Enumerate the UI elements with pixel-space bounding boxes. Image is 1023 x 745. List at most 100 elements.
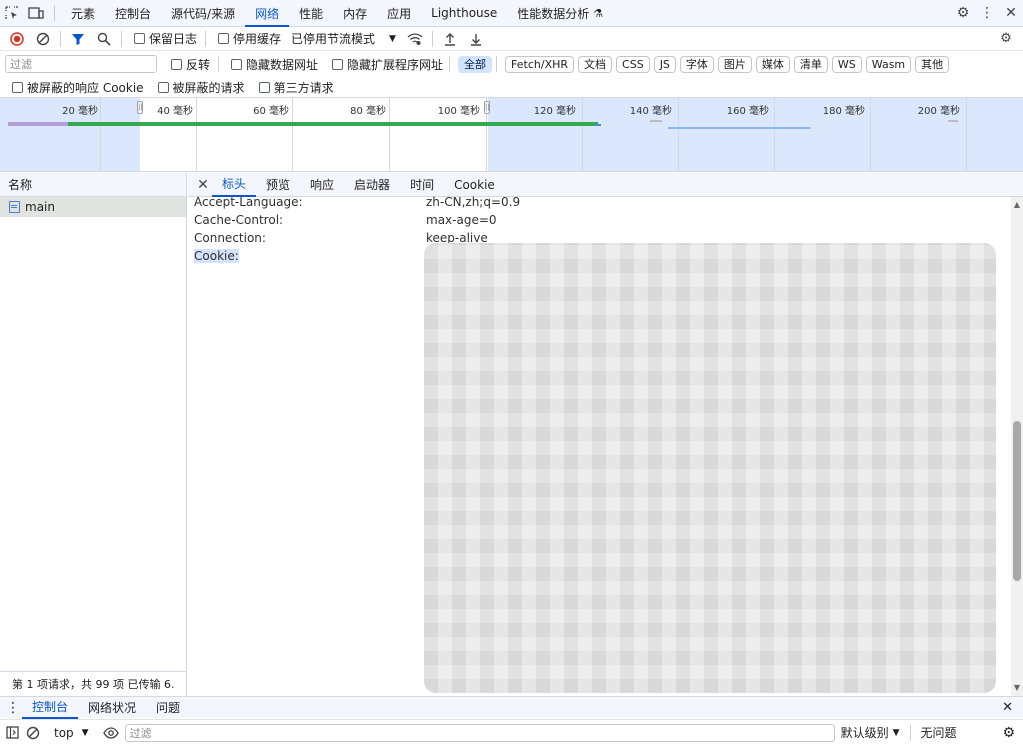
tab-drawer-issues[interactable]: 问题 bbox=[146, 697, 190, 719]
divider bbox=[218, 56, 220, 72]
chip-doc[interactable]: 文档 bbox=[578, 55, 613, 73]
search-icon[interactable] bbox=[91, 27, 117, 51]
tab-performance-insights[interactable]: 性能数据分析 ⚗ bbox=[507, 0, 613, 27]
network-overview[interactable]: 20 毫秒 40 毫秒 60 毫秒 80 毫秒 100 毫秒 120 毫秒 14… bbox=[0, 97, 1023, 172]
blocked-requests-label: 被屏蔽的请求 bbox=[172, 80, 245, 95]
drawer-tabbar: ⋮ 控制台 网络状况 问题 ✕ bbox=[0, 696, 1023, 719]
grid-line bbox=[966, 98, 967, 171]
tab-initiator[interactable]: 启动器 bbox=[344, 173, 400, 197]
chip-ws[interactable]: WS bbox=[831, 55, 862, 73]
filter-icon[interactable] bbox=[65, 27, 91, 51]
chip-js[interactable]: JS bbox=[653, 55, 676, 73]
scroll-up-icon[interactable]: ▲ bbox=[1011, 199, 1023, 211]
chip-all[interactable]: 全部 bbox=[458, 55, 493, 73]
close-icon[interactable]: ✕ bbox=[999, 0, 1023, 27]
tab-headers[interactable]: 标头 bbox=[212, 173, 257, 197]
hide-data-urls-label: 隐藏数据网址 bbox=[246, 57, 319, 72]
name-column-header[interactable]: 名称 bbox=[0, 173, 186, 197]
third-party-checkbox[interactable]: 第三方请求 bbox=[258, 79, 334, 96]
drawer-menu-icon[interactable]: ⋮ bbox=[6, 700, 22, 716]
scroll-down-icon[interactable]: ▼ bbox=[1011, 682, 1023, 694]
preserve-log-checkbox[interactable]: 保留日志 bbox=[134, 30, 197, 47]
tab-performance-insights-label: 性能数据分析 bbox=[517, 6, 590, 21]
checkbox-box[interactable] bbox=[258, 81, 270, 93]
blocked-requests-checkbox[interactable]: 被屏蔽的请求 bbox=[157, 79, 245, 96]
filter-bar-secondary: 被屏蔽的响应 Cookie 被屏蔽的请求 第三方请求 bbox=[0, 76, 1023, 98]
request-name: main bbox=[25, 200, 55, 214]
checkbox-box[interactable] bbox=[332, 58, 344, 70]
clear-console-icon[interactable] bbox=[26, 726, 48, 740]
checkbox-box[interactable] bbox=[157, 81, 169, 93]
sidebar-toggle-icon[interactable] bbox=[6, 726, 26, 739]
tab-timing[interactable]: 时间 bbox=[400, 173, 444, 197]
settings-icon[interactable]: ⚙ bbox=[951, 0, 975, 27]
overview-right-handle[interactable]: || bbox=[484, 101, 490, 114]
more-options-icon[interactable]: ⋮ bbox=[975, 0, 999, 27]
header-name: Cache-Control: bbox=[194, 213, 284, 227]
issues-count[interactable]: 无问题 bbox=[921, 724, 957, 741]
tab-performance[interactable]: 性能 bbox=[289, 0, 333, 27]
disable-cache-label: 停用缓存 bbox=[233, 32, 282, 46]
log-level-select[interactable]: 默认级别 ▼ bbox=[841, 724, 900, 741]
chip-other[interactable]: 其他 bbox=[915, 55, 950, 73]
inspect-element-icon[interactable] bbox=[0, 0, 24, 27]
blocked-response-cookies-checkbox[interactable]: 被屏蔽的响应 Cookie bbox=[12, 79, 144, 96]
table-row[interactable]: main bbox=[0, 197, 186, 217]
checkbox-box[interactable] bbox=[134, 33, 145, 44]
context-select[interactable]: top ▼ bbox=[54, 726, 89, 740]
tab-drawer-console[interactable]: 控制台 bbox=[22, 697, 79, 719]
chip-manifest[interactable]: 清单 bbox=[793, 55, 828, 73]
checkbox-box[interactable] bbox=[12, 81, 23, 93]
tab-lighthouse[interactable]: Lighthouse bbox=[421, 0, 507, 27]
chip-fetch-xhr[interactable]: Fetch/XHR bbox=[505, 55, 575, 73]
device-toolbar-icon[interactable] bbox=[24, 0, 48, 27]
divider bbox=[54, 5, 55, 21]
tab-console[interactable]: 控制台 bbox=[105, 0, 161, 27]
tab-preview[interactable]: 预览 bbox=[256, 173, 300, 197]
eye-icon[interactable] bbox=[102, 726, 119, 739]
console-settings-icon[interactable]: ⚙ bbox=[1002, 725, 1015, 741]
close-drawer-icon[interactable]: ✕ bbox=[1002, 700, 1013, 715]
request-list: 名称 main 第 1 项请求，共 99 项 已传输 6. bbox=[0, 173, 187, 696]
export-har-icon[interactable] bbox=[463, 27, 489, 51]
header-value: max-age=0 bbox=[426, 213, 497, 227]
tab-cookies[interactable]: Cookie bbox=[444, 173, 505, 197]
scrollbar-thumb[interactable] bbox=[1013, 421, 1021, 581]
hide-data-urls-checkbox[interactable]: 隐藏数据网址 bbox=[231, 56, 318, 73]
tab-response[interactable]: 响应 bbox=[300, 173, 344, 197]
details-scrollbar[interactable]: ▲ ▼ bbox=[1011, 197, 1023, 696]
tick-label: 120 毫秒 bbox=[533, 106, 576, 117]
throttle-select[interactable]: 已停用节流模式 ▼ bbox=[291, 30, 396, 47]
record-stop-icon[interactable] bbox=[4, 27, 30, 51]
chip-css[interactable]: CSS bbox=[616, 55, 650, 73]
close-icon[interactable]: ✕ bbox=[194, 177, 212, 193]
chip-img[interactable]: 图片 bbox=[717, 55, 752, 73]
checkbox-box[interactable] bbox=[218, 33, 230, 44]
tab-sources[interactable]: 源代码/来源 bbox=[161, 0, 245, 27]
clear-icon[interactable] bbox=[30, 27, 56, 51]
chip-font[interactable]: 字体 bbox=[679, 55, 714, 73]
disable-cache-checkbox[interactable]: 停用缓存 bbox=[218, 30, 281, 47]
chevron-down-icon: ▼ bbox=[81, 727, 89, 738]
invert-checkbox[interactable]: 反转 bbox=[171, 56, 210, 73]
tab-application[interactable]: 应用 bbox=[377, 0, 421, 27]
network-settings-icon[interactable]: ⚙ bbox=[993, 27, 1019, 51]
overview-download-bar bbox=[68, 122, 598, 126]
console-filter-input[interactable]: 过滤 bbox=[124, 723, 835, 742]
overview-left-handle[interactable]: || bbox=[137, 101, 143, 114]
import-har-icon[interactable] bbox=[437, 27, 463, 51]
hide-extension-urls-checkbox[interactable]: 隐藏扩展程序网址 bbox=[332, 56, 443, 73]
checkbox-box[interactable] bbox=[171, 58, 182, 70]
preserve-log-label: 保留日志 bbox=[149, 32, 198, 46]
tab-elements[interactable]: 元素 bbox=[61, 0, 105, 27]
network-conditions-icon[interactable] bbox=[402, 27, 428, 51]
tab-drawer-network-conditions[interactable]: 网络状况 bbox=[78, 697, 146, 719]
filter-bar: 过滤 反转 隐藏数据网址 隐藏扩展程序网址 全部 Fetch/XHR 文档 CS… bbox=[0, 52, 1023, 76]
tab-network[interactable]: 网络 bbox=[245, 0, 290, 27]
filter-input[interactable]: 过滤 bbox=[5, 55, 157, 73]
tab-memory[interactable]: 内存 bbox=[333, 0, 377, 27]
checkbox-box[interactable] bbox=[231, 58, 243, 70]
chip-media[interactable]: 媒体 bbox=[755, 55, 790, 73]
chip-wasm[interactable]: Wasm bbox=[865, 55, 912, 73]
divider bbox=[205, 30, 207, 47]
